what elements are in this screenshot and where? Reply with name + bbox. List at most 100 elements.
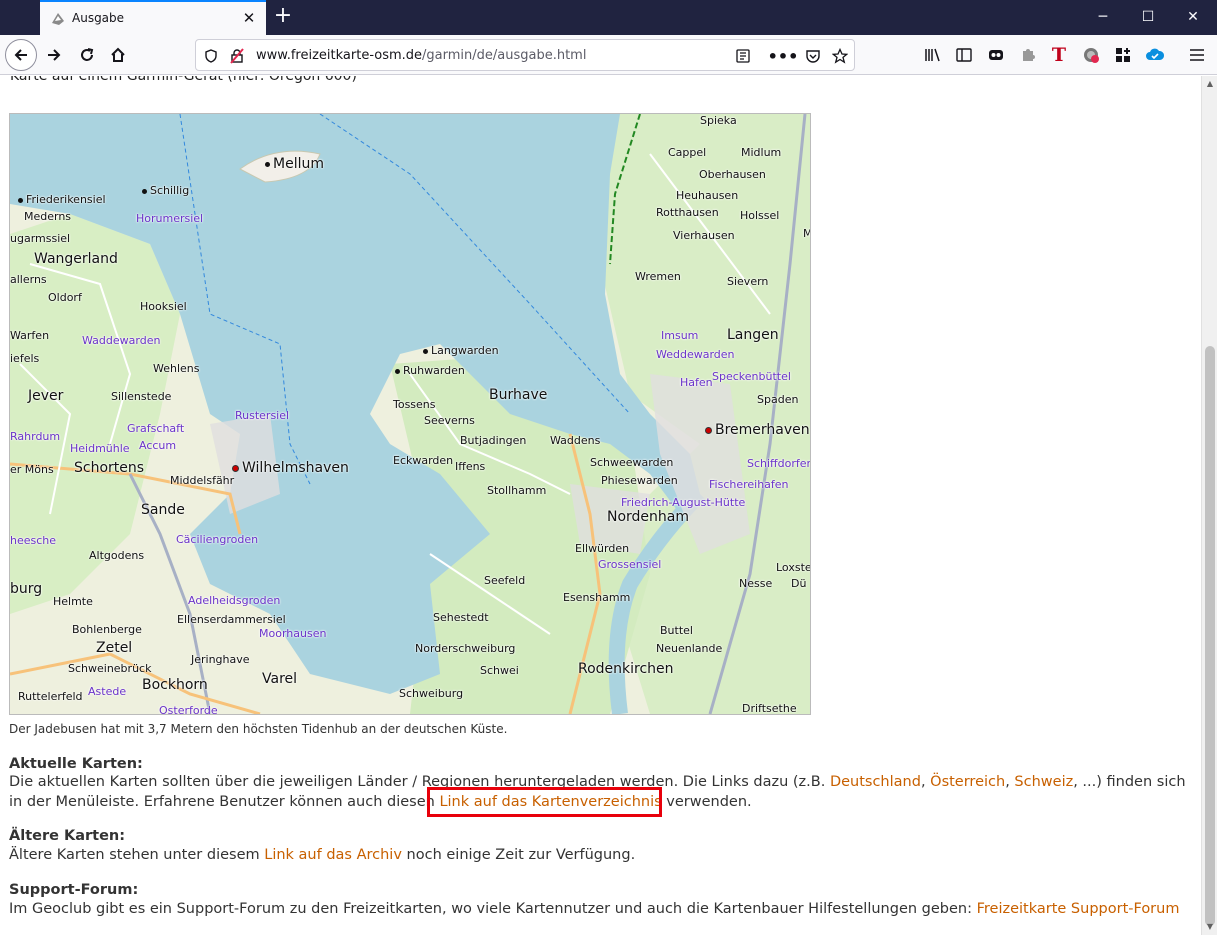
scroll-down-arrow-icon[interactable]: ▼ [1202, 919, 1217, 935]
map-label: Cäciliengroden [176, 533, 259, 546]
new-tab-button[interactable]: + [272, 5, 294, 28]
link-archiv[interactable]: Link auf das Archiv [264, 847, 402, 863]
map-label: Butjadingen [460, 434, 527, 447]
map-label: allerns [10, 273, 47, 286]
map-label: Zetel [96, 640, 133, 656]
aeltere-karten-heading: Ältere Karten: [9, 828, 126, 844]
link-support-forum[interactable]: Freizeitkarte Support-Forum [977, 901, 1180, 917]
close-window-button[interactable]: ✕ [1170, 0, 1216, 35]
home-button[interactable] [102, 39, 134, 71]
bookmark-star-icon[interactable] [831, 47, 849, 65]
map-label: Phiesewarden [601, 474, 678, 487]
map-label: Friederikensiel [18, 193, 106, 206]
map-label: Wilhelmshaven [232, 460, 349, 476]
scroll-up-arrow-icon[interactable]: ▲ [1202, 76, 1217, 92]
map-label: Spieka [700, 114, 737, 127]
highlight-box [427, 787, 662, 817]
support-forum-text: Im Geoclub gibt es ein Support-Forum zu … [9, 901, 1180, 917]
map-label: Esenshamm [563, 591, 631, 604]
map-label: Schortens [74, 460, 145, 476]
map-label: Langen [727, 327, 779, 343]
cut-off-text: Karte auf einem Garmin-Gerät (hier: Oreg… [10, 76, 357, 84]
globe-blocked-icon[interactable] [1080, 45, 1102, 65]
map-label: Schweewarden [590, 456, 674, 469]
map-label: Norderschweiburg [415, 642, 516, 655]
link-oesterreich[interactable]: Österreich [930, 774, 1005, 790]
addons-grid-icon[interactable] [1112, 45, 1134, 65]
map-label: Bohlenberge [72, 623, 142, 636]
url-text: www.freizeitkarte-osm.de/garmin/de/ausga… [256, 48, 587, 63]
map-label: Stollhamm [487, 484, 547, 497]
map-label: Rotthausen [656, 206, 719, 219]
map-label: Sillenstede [111, 390, 172, 403]
map-label: Altgodens [89, 549, 145, 562]
scroll-thumb[interactable] [1205, 346, 1215, 926]
map-label: Rustersiel [235, 409, 290, 422]
arrow-right-icon [48, 49, 61, 61]
map-label: Dü [791, 577, 807, 590]
map-label: Varel [262, 671, 298, 687]
tab-strip: Ausgabe ✕ + ─ ☐ ✕ [0, 0, 1217, 35]
map-label: Helmte [53, 595, 93, 608]
map-label: Jever [28, 388, 64, 404]
map-label: Ellenserdammersiel [177, 613, 286, 626]
insecure-lock-icon[interactable] [228, 47, 246, 65]
map-label: Tossens [393, 398, 436, 411]
tab-close-icon[interactable]: ✕ [241, 10, 257, 26]
map-label: Schweiburg [399, 687, 464, 700]
map-label: Langwarden [423, 344, 499, 357]
map-label: Jeringhave [191, 653, 250, 666]
map-image: Mellum Schillig Friederikensiel Horumers… [9, 113, 811, 715]
library-icon[interactable] [922, 45, 944, 65]
reader-view-icon[interactable] [734, 47, 752, 65]
url-bar[interactable]: www.freizeitkarte-osm.de/garmin/de/ausga… [195, 39, 855, 71]
map-label: Rodenkirchen [578, 661, 674, 677]
map-label: Heidmühle [70, 442, 130, 455]
map-label: Schiffdorfer [747, 457, 811, 470]
map-label: burg [10, 581, 43, 597]
map-label: Driftsethe [742, 702, 797, 715]
tab-title: Ausgabe [72, 11, 125, 25]
map-label: Adelheidsgroden [188, 594, 281, 607]
map-label: Hooksiel [140, 300, 187, 313]
map-label: ugarmssiel [10, 232, 71, 245]
maximize-button[interactable]: ☐ [1125, 0, 1171, 35]
map-label: Accum [139, 439, 177, 452]
map-favicon-icon [50, 11, 66, 27]
pocket-icon[interactable] [804, 47, 822, 65]
map-label: Rahrdum [10, 430, 61, 443]
map-label: Astede [88, 685, 127, 698]
map-label: Mederns [24, 210, 72, 223]
link-schweiz[interactable]: Schweiz [1014, 774, 1073, 790]
tab-ausgabe[interactable]: Ausgabe ✕ [40, 0, 266, 35]
map-label: Friedrich-August-Hütte [621, 496, 746, 509]
hamburger-menu-icon[interactable] [1186, 45, 1208, 65]
map-label: Midlum [741, 146, 782, 159]
sidebar-icon[interactable] [953, 45, 975, 65]
map-label: Mellum [265, 156, 324, 172]
map-label: Nesse [739, 577, 773, 590]
container-extension-icon[interactable] [985, 45, 1007, 65]
map-label: Fischereihafen [709, 478, 789, 491]
vertical-scrollbar[interactable]: ▲ ▼ [1201, 76, 1217, 935]
shield-icon[interactable] [202, 47, 220, 65]
forward-button[interactable] [38, 39, 70, 71]
map-label: M [803, 227, 810, 240]
puzzle-extension-icon[interactable] [1017, 45, 1039, 65]
typography-extension-icon[interactable]: T [1048, 44, 1070, 66]
map-label: Schweinebrück [68, 662, 152, 675]
minimize-button[interactable]: ─ [1080, 0, 1126, 35]
page-actions-icon[interactable]: ••• [768, 47, 799, 66]
map-label: Oberhausen [699, 168, 766, 181]
map-label: Seeverns [424, 414, 475, 427]
back-button[interactable] [5, 39, 37, 71]
reload-icon [81, 48, 94, 61]
page-content: Karte auf einem Garmin-Gerät (hier: Oreg… [0, 76, 1201, 935]
link-deutschland[interactable]: Deutschland [830, 774, 921, 790]
map-label: Sande [141, 502, 185, 518]
map-label: Bockhorn [142, 677, 208, 693]
map-label: Wangerland [34, 251, 118, 267]
map-label: Bremerhaven [705, 422, 810, 438]
reload-button[interactable] [71, 39, 103, 71]
cloud-sync-icon[interactable] [1144, 45, 1166, 65]
